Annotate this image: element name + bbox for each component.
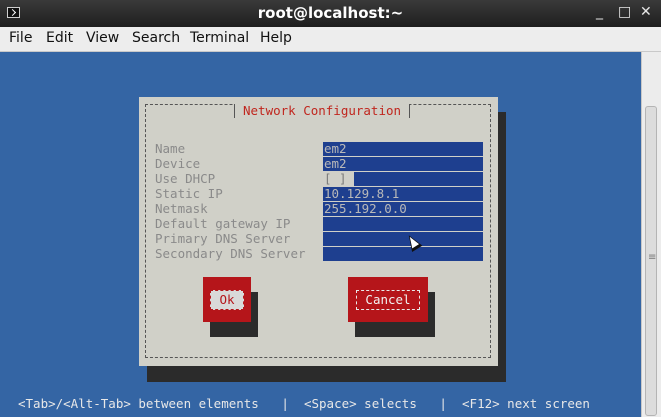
grip-icon: ≡ <box>648 252 657 263</box>
menu-search[interactable]: Search <box>132 30 180 46</box>
ok-button-label: Ok <box>210 289 244 310</box>
use-dhcp-checkbox[interactable]: [ ] <box>323 172 353 186</box>
device-field[interactable]: em2 <box>323 157 483 171</box>
primary-dns-field[interactable] <box>323 232 483 246</box>
cancel-button[interactable]: Cancel <box>348 277 428 322</box>
menu-help[interactable]: Help <box>260 30 292 46</box>
ok-button[interactable]: Ok <box>203 277 251 322</box>
label-gateway: Default gateway IP <box>155 216 291 231</box>
vertical-scrollbar[interactable]: ≡ <box>641 52 661 417</box>
minimize-button[interactable]: _ <box>596 4 603 20</box>
menu-terminal[interactable]: Terminal <box>190 30 249 46</box>
maximize-button[interactable]: □ <box>618 4 631 20</box>
netmask-field[interactable]: 255.192.0.0 <box>323 202 483 216</box>
scrollbar-thumb[interactable]: ≡ <box>645 106 657 416</box>
network-config-dialog: Network Configuration Name Device Use DH… <box>139 97 498 366</box>
label-static-ip: Static IP <box>155 186 223 201</box>
label-netmask: Netmask <box>155 201 208 216</box>
label-use-dhcp: Use DHCP <box>155 171 216 186</box>
dialog-title: Network Configuration <box>234 104 411 118</box>
menu-edit[interactable]: Edit <box>46 30 73 46</box>
gateway-field[interactable] <box>323 217 483 231</box>
menu-file[interactable]: File <box>9 30 32 46</box>
label-primary-dns: Primary DNS Server <box>155 231 291 246</box>
terminal-area[interactable]: Network Configuration Name Device Use DH… <box>3 52 641 414</box>
window-title: root@localhost:~ <box>257 4 404 22</box>
static-ip-field[interactable]: 10.129.8.1 <box>323 187 483 201</box>
label-device: Device <box>155 156 201 171</box>
label-secondary-dns: Secondary DNS Server <box>155 246 306 261</box>
menu-view[interactable]: View <box>86 30 119 46</box>
label-name: Name <box>155 141 186 156</box>
name-field[interactable]: em2 <box>323 142 483 156</box>
cancel-button-label: Cancel <box>356 289 420 310</box>
status-bar: <Tab>/<Alt-Tab> between elements | <Spac… <box>18 396 590 411</box>
close-button[interactable]: ✕ <box>640 4 652 20</box>
dhcp-row-highlight <box>354 172 483 186</box>
window-titlebar: root@localhost:~ _ □ ✕ <box>0 0 661 27</box>
menu-bar: File Edit View Search Terminal Help <box>0 27 661 52</box>
secondary-dns-field[interactable] <box>323 247 483 261</box>
